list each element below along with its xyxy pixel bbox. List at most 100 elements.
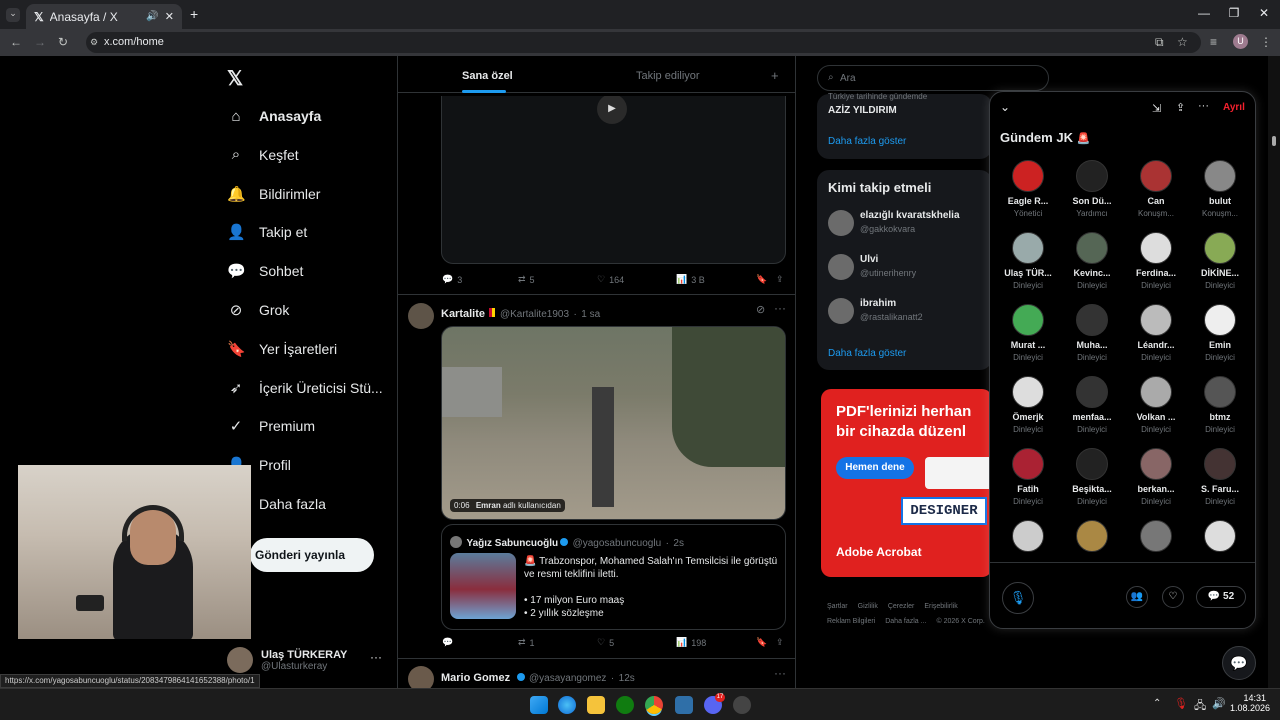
- space-participant[interactable]: [1060, 520, 1124, 552]
- sidebar-item-check-circle[interactable]: ✓ Premium: [227, 408, 315, 444]
- search-input[interactable]: Ara: [840, 73, 856, 84]
- share-icon[interactable]: ⇪: [776, 637, 784, 648]
- sidebar-item-bookmark[interactable]: 🔖 Yer İşaretleri: [227, 331, 337, 367]
- reading-list-icon[interactable]: ≡: [1210, 35, 1217, 49]
- like-button[interactable]: ♡ 164: [597, 274, 676, 285]
- back-icon[interactable]: ←: [10, 35, 22, 49]
- share-icon[interactable]: ⇪: [776, 274, 784, 285]
- quote-image[interactable]: [450, 553, 516, 619]
- space-participant[interactable]: DİKİNE... Dinleyici: [1188, 232, 1252, 290]
- tab-close-icon[interactable]: ✕: [165, 10, 174, 23]
- show-more-trends[interactable]: Daha fazla göster: [828, 136, 906, 147]
- comments-button[interactable]: 💬 52: [1196, 586, 1246, 608]
- space-participant[interactable]: Emin Dinleyici: [1188, 304, 1252, 362]
- tweet3-avatar[interactable]: [408, 666, 434, 688]
- start-icon[interactable]: [530, 696, 548, 714]
- space-participant[interactable]: Muha... Dinleyici: [1060, 304, 1124, 362]
- reaction-heart-icon[interactable]: ♡: [1162, 586, 1184, 608]
- space-participant[interactable]: berkan... Dinleyici: [1124, 448, 1188, 506]
- space-participant[interactable]: Son Dü... Yardımcı: [1060, 160, 1124, 218]
- sidebar-item-bell[interactable]: 🔔 Bildirimler: [227, 176, 320, 212]
- space-participant[interactable]: [1124, 520, 1188, 552]
- obs-icon[interactable]: [733, 696, 751, 714]
- tweet2-name[interactable]: Kartalite: [441, 308, 485, 320]
- space-more-icon[interactable]: ···: [1198, 100, 1209, 112]
- footer-link[interactable]: Çerezler: [888, 603, 914, 610]
- ad-cta-button[interactable]: Hemen dene: [836, 457, 914, 479]
- leave-button[interactable]: Ayrıl: [1223, 102, 1245, 113]
- space-participant[interactable]: Beşikta... Dinleyici: [1060, 448, 1124, 506]
- space-participant[interactable]: Can Konuşm...: [1124, 160, 1188, 218]
- sidebar-item-grok[interactable]: ⊘ Grok: [227, 292, 290, 328]
- tray-chevron-icon[interactable]: ⌃: [1153, 698, 1161, 709]
- tweet-more-icon[interactable]: ···: [774, 301, 786, 315]
- messages-fab-icon[interactable]: 💬: [1222, 646, 1256, 680]
- sidebar-item-rocket[interactable]: ➶ İçerik Üreticisi Stü...: [227, 370, 383, 406]
- footer-link[interactable]: Reklam Bilgileri: [827, 618, 875, 625]
- adobe-ad[interactable]: PDF'lerinizi herhan bir cihazda düzenl H…: [821, 389, 992, 577]
- retweet-button[interactable]: ⇄ 1: [518, 637, 597, 648]
- restore-icon[interactable]: ❐: [1226, 6, 1242, 22]
- like-button[interactable]: ♡ 5: [597, 637, 676, 648]
- reply-button[interactable]: 💬: [442, 637, 518, 648]
- sidebar-item-search[interactable]: ⌕ Keşfet: [227, 137, 299, 173]
- retweet-button[interactable]: ⇄ 5: [518, 274, 597, 285]
- grok-explain-icon[interactable]: ⊘: [756, 303, 765, 316]
- minimize-icon[interactable]: —: [1196, 6, 1212, 22]
- chrome-icon[interactable]: [645, 696, 663, 714]
- views-button[interactable]: 📊 198: [676, 637, 756, 648]
- sidebar-item-home[interactable]: ⌂ Anasayfa: [227, 98, 321, 134]
- space-participant[interactable]: Ömerjk Dinleyici: [996, 376, 1060, 434]
- reply-button[interactable]: 💬 3: [442, 274, 518, 285]
- url-bar[interactable]: x.com/home: [86, 32, 1201, 53]
- space-participant[interactable]: Ulaş TÜR... Dinleyici: [996, 232, 1060, 290]
- footer-link[interactable]: Daha fazla ...: [885, 618, 926, 625]
- edge-icon[interactable]: [558, 696, 576, 714]
- profile-avatar[interactable]: U: [1233, 34, 1248, 49]
- x-home-logo-icon[interactable]: 𝕏: [227, 66, 243, 91]
- add-tab-icon[interactable]: +: [771, 68, 779, 83]
- xbox-icon[interactable]: [616, 696, 634, 714]
- browser-menu-icon[interactable]: ⋮: [1260, 35, 1272, 49]
- reload-icon[interactable]: ↻: [58, 35, 68, 49]
- quote-tweet[interactable]: Yağız Sabuncuoğlu @yagosabuncuoglu · 2s …: [441, 524, 786, 630]
- footer-link[interactable]: Şartlar: [827, 603, 848, 610]
- footer-link[interactable]: Erişebilirlik: [924, 603, 957, 610]
- space-participant[interactable]: Léandr... Dinleyici: [1124, 304, 1188, 362]
- scrollbar-thumb[interactable]: [1272, 136, 1276, 146]
- tweet-more-icon[interactable]: ···: [774, 666, 786, 680]
- search-box[interactable]: ⌕ Ara: [817, 65, 1049, 91]
- space-participant[interactable]: [996, 520, 1060, 552]
- tweet2-avatar[interactable]: [408, 303, 434, 329]
- audio-icon[interactable]: 🔊: [146, 11, 158, 22]
- footer-link[interactable]: Gizlilik: [858, 603, 878, 610]
- views-button[interactable]: 📊 3 B: [676, 274, 756, 285]
- space-participant[interactable]: menfaa... Dinleyici: [1060, 376, 1124, 434]
- clock[interactable]: 14:31 1.08.2026: [1230, 693, 1270, 713]
- space-participant[interactable]: btmz Dinleyici: [1188, 376, 1252, 434]
- volume-icon[interactable]: 🔊: [1212, 697, 1226, 710]
- mic-icon[interactable]: 🎙: [1002, 582, 1034, 614]
- star-icon[interactable]: ☆: [1177, 35, 1188, 49]
- share-space-icon[interactable]: ⇪: [1176, 101, 1185, 114]
- bookmark-button[interactable]: 🔖: [756, 637, 776, 648]
- trend-name[interactable]: AZİZ YILDIRIM: [828, 105, 897, 116]
- space-participant[interactable]: S. Faru... Dinleyici: [1188, 448, 1252, 506]
- browser-tab[interactable]: 𝕏 Anasayfa / X 🔊 ✕: [26, 4, 182, 29]
- tweet3-handle[interactable]: @yasayangomez: [529, 673, 606, 684]
- network-icon[interactable]: 🖧: [1194, 697, 1206, 716]
- account-more-icon[interactable]: ···: [370, 650, 382, 664]
- space-participant[interactable]: Volkan ... Dinleyici: [1124, 376, 1188, 434]
- collapse-icon[interactable]: ⌄: [1000, 100, 1010, 114]
- space-participant[interactable]: Fatih Dinleyici: [996, 448, 1060, 506]
- space-participant[interactable]: Murat ... Dinleyici: [996, 304, 1060, 362]
- app-icon[interactable]: [675, 696, 693, 714]
- minimize-space-icon[interactable]: ⇲: [1152, 102, 1161, 115]
- window-close-icon[interactable]: ✕: [1256, 6, 1272, 22]
- tweet3-name[interactable]: Mario Gomez: [441, 672, 510, 684]
- show-more-follow[interactable]: Daha fazla göster: [828, 348, 906, 359]
- tray-mic-icon[interactable]: 🎙: [1174, 697, 1188, 710]
- post-button[interactable]: Gönderi yayınla: [250, 538, 374, 572]
- tweet2-video[interactable]: 0:06 Emran adlı kullanıcıdan: [441, 326, 786, 520]
- play-icon[interactable]: ▶: [597, 96, 627, 124]
